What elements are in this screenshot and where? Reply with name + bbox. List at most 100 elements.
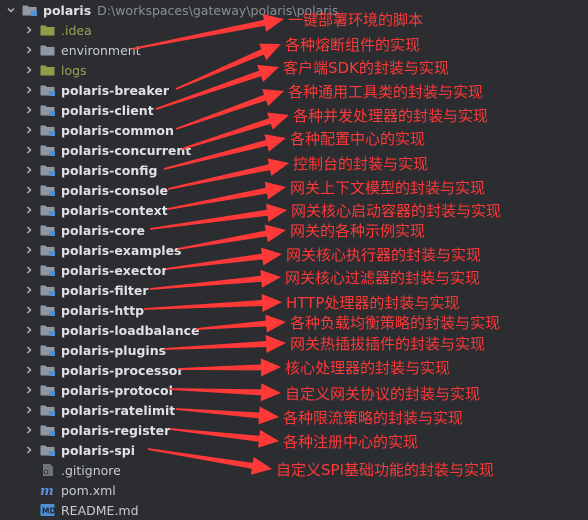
module-folder-icon [40, 304, 55, 316]
annotation-label: 自定义SPI基础功能的封装与实现 [276, 461, 494, 479]
tree-item-label: polaris-context [61, 202, 168, 218]
module-folder-icon [40, 84, 55, 96]
chevron-right-icon[interactable] [24, 325, 34, 335]
tree-item-polaris-filter[interactable]: polaris-filter [24, 280, 149, 300]
tree-item-label: .idea [61, 22, 92, 38]
chevron-down-icon[interactable] [6, 5, 16, 15]
tree-item-polaris-concurrent[interactable]: polaris-concurrent [24, 140, 191, 160]
tree-item-polaris-spi[interactable]: polaris-spi [24, 440, 135, 460]
tree-item-pom-xml[interactable]: m pom.xml [40, 480, 116, 500]
chevron-right-icon[interactable] [24, 285, 34, 295]
gitignore-file-icon [40, 463, 55, 477]
maven-icon: m [40, 483, 55, 497]
module-folder-icon [40, 144, 55, 156]
folder-icon [40, 44, 55, 56]
annotation-label: 各种限流策略的封装与实现 [283, 409, 464, 427]
tree-item-readme-md[interactable]: MD README.md [40, 500, 139, 520]
tree-item-label: polaris-protocol [61, 382, 173, 398]
chevron-right-icon[interactable] [24, 445, 34, 455]
tree-item-polaris-core[interactable]: polaris-core [24, 220, 145, 240]
chevron-right-icon[interactable] [24, 165, 34, 175]
module-folder-icon [40, 264, 55, 276]
module-folder-icon [40, 284, 55, 296]
module-folder-icon [40, 204, 55, 216]
module-folder-icon [40, 104, 55, 116]
annotation-label: 各种通用工具类的封装与实现 [288, 83, 484, 101]
annotation-arrow [144, 294, 282, 312]
tree-item-polaris-register[interactable]: polaris-register [24, 420, 170, 440]
tree-item-polaris-context[interactable]: polaris-context [24, 200, 168, 220]
annotation-arrow [175, 406, 279, 425]
root-project-name: polaris [43, 2, 92, 18]
chevron-right-icon[interactable] [24, 405, 34, 415]
chevron-right-icon[interactable] [24, 265, 34, 275]
chevron-right-icon[interactable] [24, 185, 34, 195]
annotation-label: 网关上下文模型的封装与实现 [290, 179, 486, 197]
tree-item-label: polaris-core [61, 222, 145, 238]
tree-item-label: polaris-plugins [61, 342, 167, 358]
module-folder-icon [40, 444, 55, 456]
annotation-label: 网关核心启动容器的封装与实现 [291, 202, 502, 220]
module-folder-icon [40, 324, 55, 336]
annotation-label: 网关热插拔插件的封装与实现 [290, 335, 486, 353]
chevron-right-icon[interactable] [24, 425, 34, 435]
tree-item-idea[interactable]: .idea [24, 20, 92, 40]
tree-item-polaris-common[interactable]: polaris-common [24, 120, 174, 140]
chevron-right-icon[interactable] [24, 385, 34, 395]
tree-item-label: polaris-processor [61, 362, 184, 378]
chevron-right-icon[interactable] [24, 305, 34, 315]
annotation-arrow [178, 358, 281, 377]
annotation-arrow [170, 383, 281, 402]
annotation-label: 各种并发处理器的封装与实现 [293, 107, 489, 125]
annotation-arrow [167, 181, 286, 210]
tree-item-label: environment [61, 42, 141, 58]
svg-text:MD: MD [42, 507, 55, 516]
annotation-label: 各种熔断组件的实现 [285, 36, 421, 54]
annotation-arrow [169, 428, 279, 448]
annotation-label: 各种注册中心的实现 [283, 433, 419, 451]
tree-item-polaris-examples[interactable]: polaris-examples [24, 240, 181, 260]
chevron-right-icon[interactable] [24, 145, 34, 155]
tree-item-label: logs [61, 62, 87, 78]
chevron-right-icon[interactable] [24, 125, 34, 135]
module-folder-icon [22, 4, 37, 16]
tree-item-polaris-loadbalance[interactable]: polaris-loadbalance [24, 320, 199, 340]
tree-item-label: polaris-concurrent [61, 142, 192, 158]
tree-item-label: .gitignore [61, 462, 121, 478]
tree-item-polaris-client[interactable]: polaris-client [24, 100, 154, 120]
tree-item-polaris-protocol[interactable]: polaris-protocol [24, 380, 173, 400]
tree-item-gitignore[interactable]: .gitignore [40, 460, 121, 480]
chevron-right-icon[interactable] [24, 85, 34, 95]
tree-item-polaris-console[interactable]: polaris-console [24, 180, 168, 200]
annotation-label: HTTP处理器的封装与实现 [286, 294, 460, 312]
chevron-right-icon[interactable] [24, 345, 34, 355]
annotation-label: 各种负载均衡策略的封装与实现 [290, 314, 501, 332]
chevron-right-icon[interactable] [24, 205, 34, 215]
tree-item-polaris-http[interactable]: polaris-http [24, 300, 144, 320]
chevron-right-icon[interactable] [24, 365, 34, 375]
annotation-label: 网关的各种示例实现 [290, 222, 426, 240]
tree-item-label: polaris-ratelimit [61, 402, 176, 418]
tree-item-polaris-processor[interactable]: polaris-processor [24, 360, 184, 380]
chevron-right-icon[interactable] [24, 45, 34, 55]
module-folder-icon [40, 244, 55, 256]
tree-item-polaris-breaker[interactable]: polaris-breaker [24, 80, 169, 100]
tree-item-polaris-config[interactable]: polaris-config [24, 160, 157, 180]
chevron-right-icon[interactable] [24, 245, 34, 255]
annotation-arrow [195, 314, 286, 333]
tree-item-polaris-ratelimit[interactable]: polaris-ratelimit [24, 400, 175, 420]
tree-item-environment[interactable]: environment [24, 40, 141, 60]
tree-item-polaris-exector[interactable]: polaris-exector [24, 260, 168, 280]
tree-item-polaris-plugins[interactable]: polaris-plugins [24, 340, 166, 360]
module-folder-icon [40, 124, 55, 136]
chevron-right-icon[interactable] [24, 225, 34, 235]
chevron-right-icon[interactable] [24, 105, 34, 115]
tree-item-logs[interactable]: logs [24, 60, 87, 80]
annotation-arrow [175, 89, 284, 130]
annotation-arrow [149, 269, 281, 290]
chevron-right-icon[interactable] [24, 25, 34, 35]
chevron-right-icon[interactable] [24, 65, 34, 75]
tree-item-label: polaris-http [61, 302, 145, 318]
module-folder-icon [40, 184, 55, 196]
annotation-arrow [147, 448, 272, 475]
